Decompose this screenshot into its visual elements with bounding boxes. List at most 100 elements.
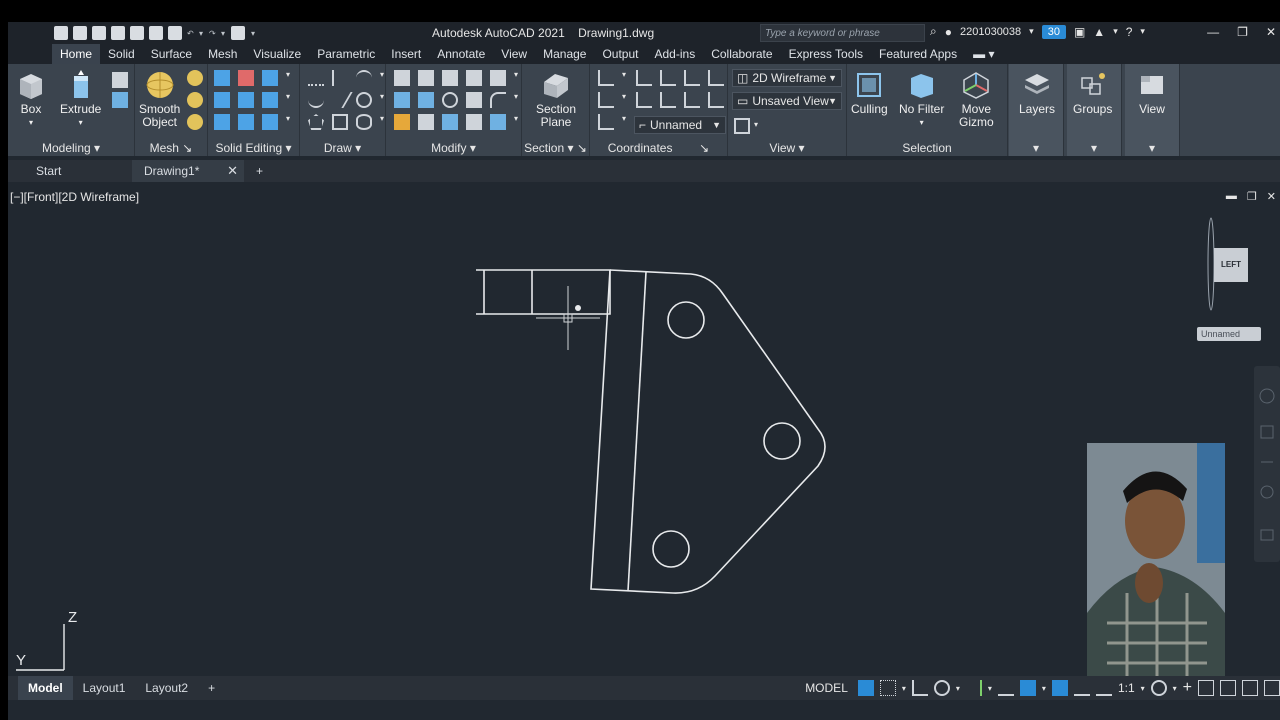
open-folder-icon[interactable]	[73, 26, 87, 40]
chevron-down-icon[interactable]: ▾	[1140, 26, 1145, 37]
polyline-icon[interactable]	[308, 70, 324, 86]
modify-panel-title[interactable]: Modify ▾	[386, 141, 521, 155]
smooth-object-button[interactable]: Smooth Object	[139, 70, 180, 129]
cart-icon[interactable]: ▣	[1074, 25, 1085, 39]
ucs-3point-icon[interactable]	[684, 92, 700, 108]
selection-panel-title[interactable]: Selection	[847, 141, 1007, 155]
annotation-scale-icon[interactable]	[1095, 680, 1112, 696]
chamfer-icon[interactable]	[490, 92, 506, 108]
save-web-icon[interactable]	[149, 26, 163, 40]
viewcube-ucs-menu[interactable]: Unnamed	[1197, 327, 1261, 341]
ucs-face-icon[interactable]	[660, 92, 676, 108]
annotation-scale-auto-icon[interactable]	[1073, 680, 1090, 696]
save-icon[interactable]	[92, 26, 106, 40]
chevron-down-icon[interactable]: ▾	[1029, 26, 1034, 37]
ucs-y-icon[interactable]	[684, 70, 700, 86]
tab-add-ins[interactable]: Add-ins	[647, 44, 704, 64]
mesh-smooth-less-icon[interactable]	[187, 92, 203, 108]
chevron-down-icon[interactable]: ▾	[988, 684, 992, 693]
chevron-down-icon[interactable]: ▾	[286, 92, 292, 108]
ucs-zaxis-icon[interactable]	[708, 92, 724, 108]
scale-icon[interactable]	[466, 92, 482, 108]
tab-output[interactable]: Output	[594, 44, 646, 64]
new-file-icon[interactable]	[54, 26, 68, 40]
view-expand-icon[interactable]: ▾	[1125, 141, 1179, 155]
model-space-toggle[interactable]: MODEL	[805, 681, 848, 695]
extract-edges-icon[interactable]	[214, 114, 230, 130]
polygon-icon[interactable]	[308, 114, 324, 130]
object-snap-tracking-icon[interactable]	[966, 680, 982, 696]
tab-home[interactable]: Home	[52, 44, 101, 64]
chevron-down-icon[interactable]: ▾	[1141, 684, 1145, 693]
interfere-icon[interactable]	[214, 92, 230, 108]
search-input[interactable]: Type a keyword or phrase	[760, 24, 925, 42]
join-icon[interactable]	[466, 114, 482, 130]
extrude-button[interactable]: Extrude ▾	[60, 70, 101, 129]
help-icon[interactable]: ?	[1126, 25, 1133, 39]
ortho-icon[interactable]	[911, 680, 928, 696]
3d-polyline-icon[interactable]	[332, 70, 348, 86]
chevron-down-icon[interactable]: ▾	[514, 114, 520, 130]
layers-button[interactable]: Layers	[1019, 70, 1055, 116]
object-snap-icon[interactable]	[1019, 680, 1036, 696]
tab-view[interactable]: View	[493, 44, 535, 64]
rect-array-icon[interactable]	[490, 114, 506, 130]
ucs-object-icon[interactable]	[636, 92, 652, 108]
copy-icon[interactable]	[466, 70, 482, 86]
close-icon[interactable]: ✕	[1266, 25, 1276, 39]
new-tab-plus-icon[interactable]: +	[244, 160, 275, 182]
chevron-down-icon[interactable]: ▾	[286, 70, 292, 86]
offset-icon[interactable]	[418, 114, 434, 130]
spline-icon[interactable]	[308, 92, 324, 108]
tab-insert[interactable]: Insert	[383, 44, 429, 64]
chevron-down-icon[interactable]: ▾	[220, 29, 226, 38]
offset-edge-icon[interactable]	[238, 114, 254, 130]
chevron-down-icon[interactable]: ▾	[754, 120, 758, 129]
fillet-icon[interactable]	[394, 92, 410, 108]
subtract-icon[interactable]	[238, 70, 254, 86]
restore-icon[interactable]: ❐	[1237, 25, 1248, 39]
bracket-inner-line[interactable]	[627, 271, 647, 592]
tab-mesh[interactable]: Mesh	[200, 44, 245, 64]
tab-express-tools[interactable]: Express Tools	[781, 44, 871, 64]
coordinates-panel-title[interactable]: Coordinates ↘	[590, 141, 727, 155]
notifications-badge[interactable]: 30	[1041, 24, 1066, 39]
view-button[interactable]: View	[1137, 70, 1167, 116]
annotation-visibility-icon[interactable]	[1051, 680, 1068, 696]
tab-parametric[interactable]: Parametric	[309, 44, 383, 64]
search-icon[interactable]: ⌕	[930, 24, 937, 39]
no-filter-button[interactable]: No Filter ▾	[899, 70, 944, 129]
start-tab[interactable]: Start	[8, 160, 132, 182]
chevron-down-icon[interactable]: ▾	[1173, 684, 1177, 693]
chevron-down-icon[interactable]: ▾	[514, 92, 520, 108]
solid-editing-panel-title[interactable]: Solid Editing ▾	[208, 141, 299, 155]
workspace-icon[interactable]	[231, 26, 245, 40]
section-panel-title[interactable]: Section ▾ ↘	[522, 141, 589, 155]
erase-icon[interactable]	[394, 114, 410, 130]
chevron-down-icon[interactable]: ▾	[622, 92, 628, 108]
tab-annotate[interactable]: Annotate	[429, 44, 493, 64]
saved-view-dropdown[interactable]: ▭ Unsaved View ▼	[732, 92, 842, 110]
slice-icon[interactable]	[238, 92, 254, 108]
tab-visualize[interactable]: Visualize	[245, 44, 309, 64]
ucs-view-icon[interactable]	[598, 92, 614, 108]
culling-button[interactable]: Culling	[851, 70, 888, 116]
tab-solid[interactable]: Solid	[100, 44, 143, 64]
rotate-icon[interactable]	[442, 92, 458, 108]
ribbon-display-toggle-icon[interactable]: ▬ ▾	[965, 44, 1002, 64]
tab-manage[interactable]: Manage	[535, 44, 594, 64]
draw-panel-title[interactable]: Draw ▾	[300, 141, 385, 155]
separate-icon[interactable]	[262, 114, 278, 130]
chevron-down-icon[interactable]: ▾	[198, 29, 204, 38]
trim-icon[interactable]	[490, 70, 506, 86]
align-icon[interactable]	[418, 70, 434, 86]
chevron-down-icon[interactable]: ▾	[1042, 684, 1046, 693]
chevron-down-icon[interactable]: ▾	[902, 684, 906, 693]
groups-expand-icon[interactable]: ▾	[1067, 141, 1121, 155]
user-id[interactable]: 2201030038	[960, 26, 1021, 38]
grid-icon[interactable]	[857, 680, 874, 696]
line-icon[interactable]	[327, 92, 353, 108]
intersect-icon[interactable]	[262, 70, 278, 86]
customize-icon[interactable]: ▾	[250, 29, 256, 38]
isodraft-icon[interactable]	[997, 680, 1014, 696]
